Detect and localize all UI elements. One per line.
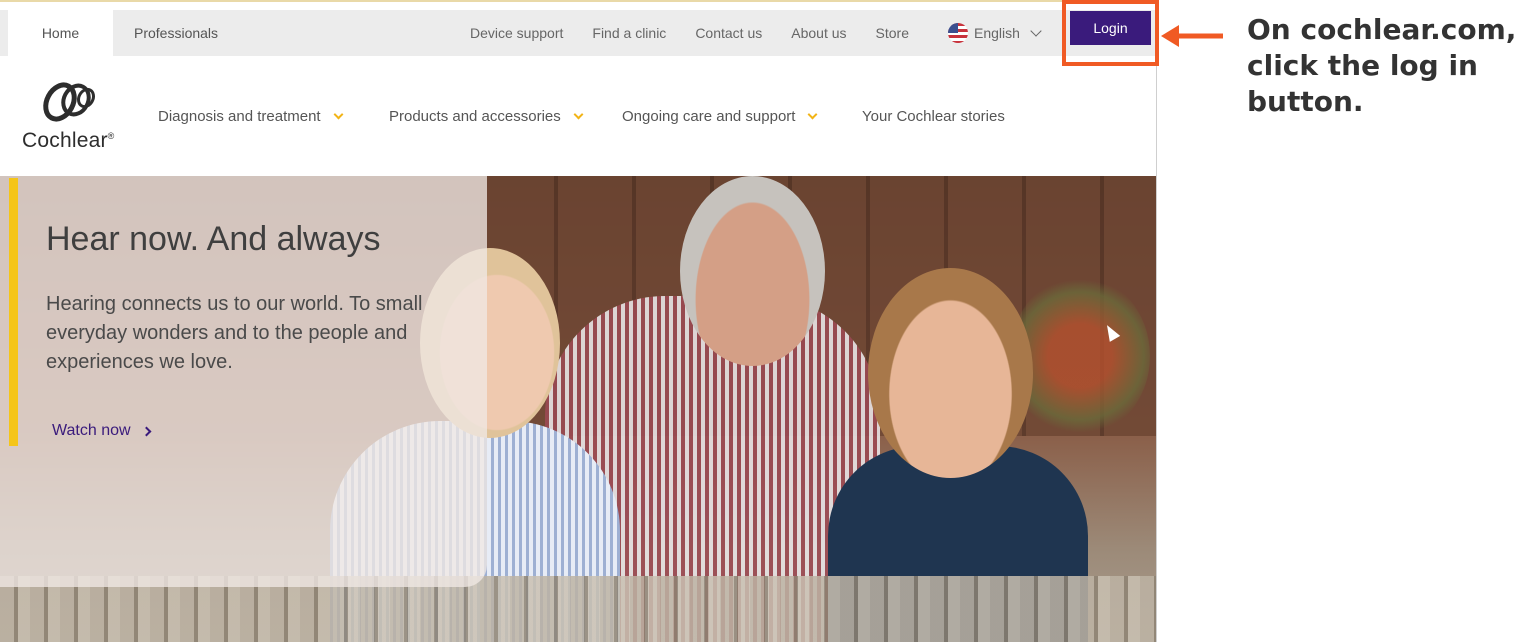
chevron-down-icon: [573, 109, 584, 119]
hero-photo-grandfather-head: [680, 176, 825, 366]
utility-links: Device support Find a clinic Contact us …: [470, 10, 938, 56]
logo-wordmark: Cochlear®: [22, 129, 115, 152]
link-contact-us[interactable]: Contact us: [695, 25, 762, 41]
hero-title: Hear now. And always: [46, 220, 381, 258]
main-navigation: Cochlear® Diagnosis and treatment Produc…: [0, 56, 1156, 176]
chevron-down-icon: [808, 109, 818, 119]
hero-banner: Hear now. And always Hearing connects us…: [0, 176, 1156, 642]
arrow-left-icon: [1161, 25, 1223, 47]
hero-photo-boy-head: [868, 268, 1033, 478]
nav-your-cochlear-stories[interactable]: Your Cochlear stories: [862, 108, 1005, 125]
watch-now-link[interactable]: Watch now: [52, 422, 151, 440]
link-about-us[interactable]: About us: [791, 25, 846, 41]
cochlear-logo[interactable]: Cochlear®: [22, 76, 132, 156]
language-label: English: [974, 25, 1020, 41]
nav-products-and-accessories[interactable]: Products and accessories: [389, 108, 584, 125]
language-selector[interactable]: English: [948, 10, 1042, 56]
chevron-down-icon: [333, 109, 344, 119]
login-highlight-box: [1062, 0, 1159, 66]
link-device-support[interactable]: Device support: [470, 25, 563, 41]
utility-bar: Home Professionals Device support Find a…: [0, 10, 1156, 56]
nav-diagnosis-and-treatment[interactable]: Diagnosis and treatment: [158, 108, 344, 125]
link-find-a-clinic[interactable]: Find a clinic: [592, 25, 666, 41]
hero-text-panel: Hear now. And always Hearing connects us…: [0, 176, 487, 587]
hero-description: Hearing connects us to our world. To sma…: [46, 293, 423, 373]
chevron-down-icon: [1030, 25, 1042, 37]
tab-professionals[interactable]: Professionals: [134, 10, 218, 56]
chevron-right-icon: [141, 426, 151, 436]
website-frame: Home Professionals Device support Find a…: [0, 0, 1157, 642]
us-flag-icon: [948, 23, 968, 43]
link-store[interactable]: Store: [876, 25, 909, 41]
cochlear-logo-icon: [43, 82, 95, 122]
nav-ongoing-care-and-support[interactable]: Ongoing care and support: [622, 108, 818, 125]
accent-bar: [9, 178, 18, 446]
instruction-text: On cochlear.com, click the log in button…: [1247, 13, 1517, 118]
tab-home[interactable]: Home: [8, 10, 113, 56]
